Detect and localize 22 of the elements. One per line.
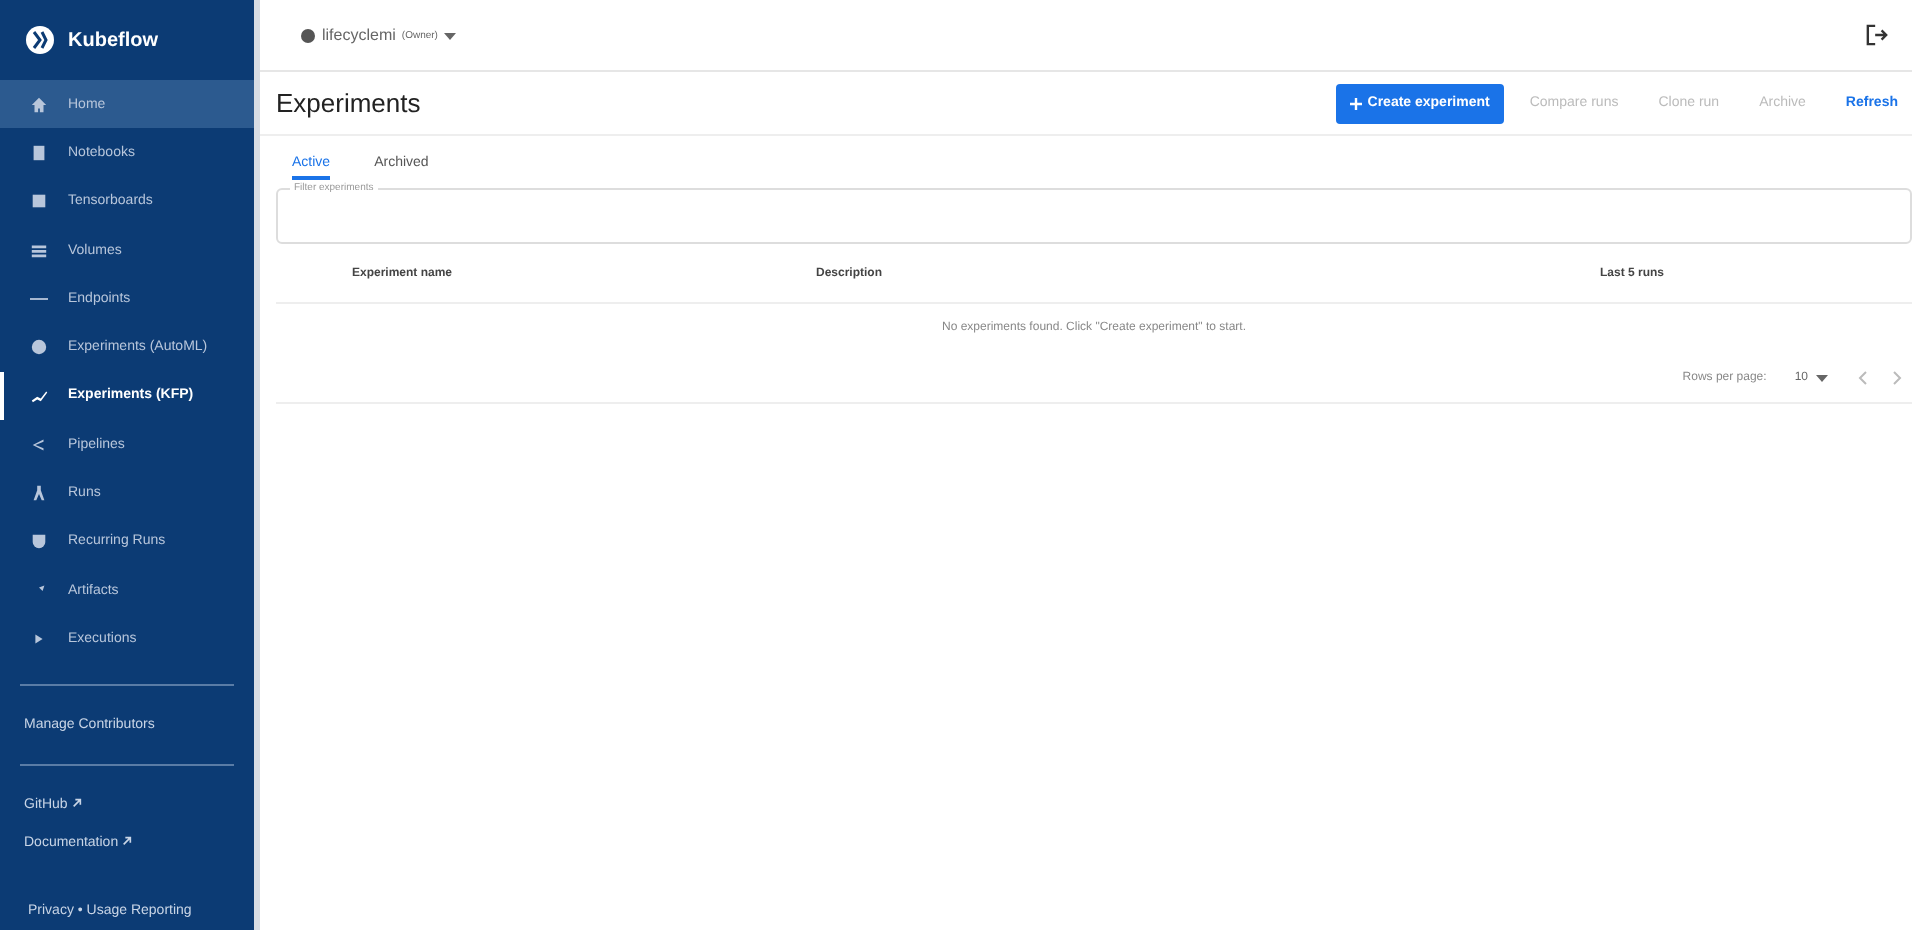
play-icon bbox=[30, 629, 48, 648]
notebook-icon bbox=[30, 143, 48, 162]
namespace-icon bbox=[300, 27, 316, 43]
previous-page-icon[interactable] bbox=[1856, 369, 1872, 385]
external-link-icon bbox=[71, 797, 82, 808]
brand-name: Kubeflow bbox=[68, 29, 158, 51]
logout-icon[interactable] bbox=[1866, 24, 1888, 46]
figure-icon bbox=[30, 484, 48, 503]
trend-icon bbox=[30, 386, 48, 405]
list-icon bbox=[30, 241, 48, 260]
caret-icon bbox=[1816, 371, 1828, 383]
shield-icon bbox=[30, 532, 48, 551]
square-icon bbox=[30, 192, 48, 211]
circle-icon bbox=[30, 338, 48, 357]
external-link-icon bbox=[122, 835, 133, 846]
home-icon bbox=[30, 95, 48, 114]
next-page-icon[interactable] bbox=[1888, 369, 1904, 385]
share-icon bbox=[30, 435, 48, 454]
caret-icon bbox=[443, 29, 456, 41]
logo-icon bbox=[24, 24, 56, 56]
page-title: Experiments bbox=[276, 88, 421, 118]
plus-icon bbox=[1349, 97, 1362, 109]
